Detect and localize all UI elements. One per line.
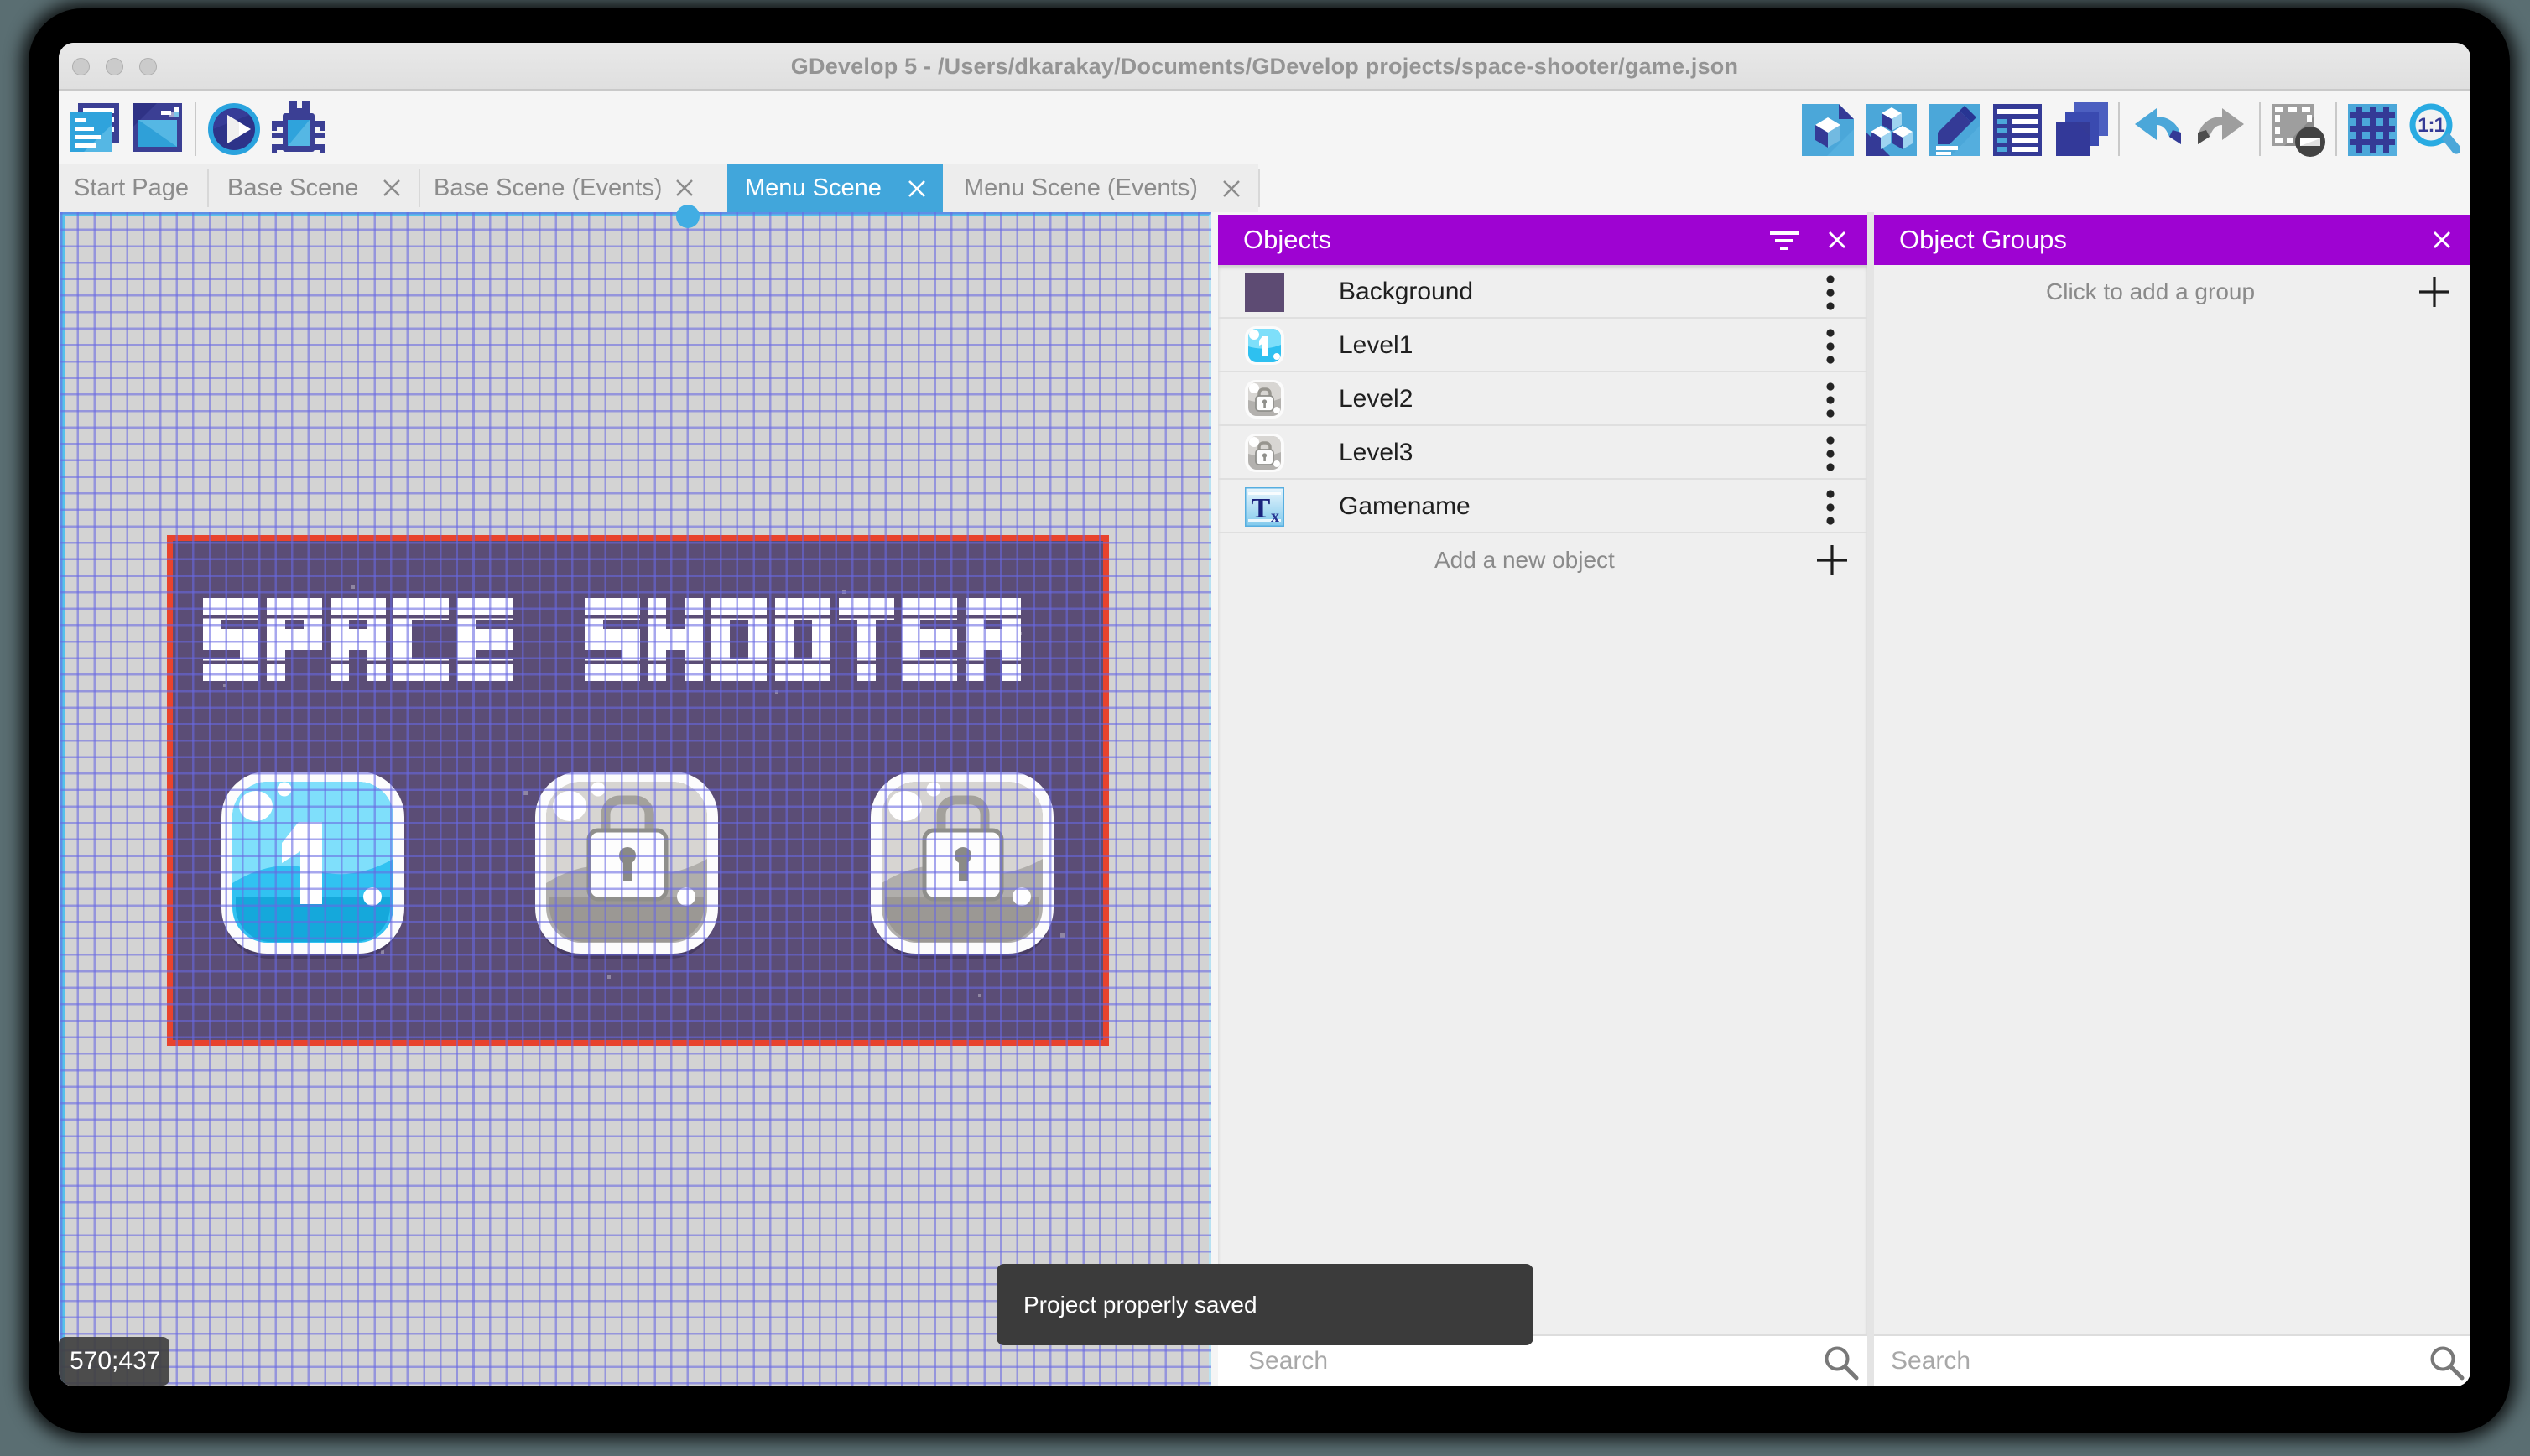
- svg-text:1:1: 1:1: [2418, 114, 2444, 137]
- svg-text:T: T: [1252, 493, 1271, 524]
- svg-text:x: x: [1271, 507, 1279, 526]
